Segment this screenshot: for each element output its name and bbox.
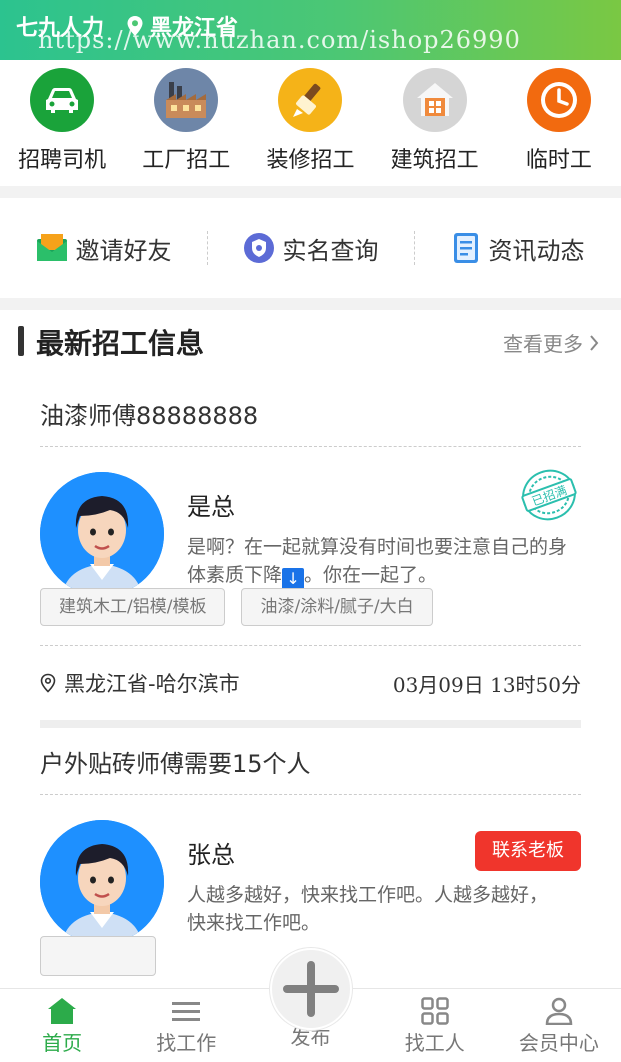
job-message: 人越多越好，快来找工作吧。人越多越好，快来找工作吧。 bbox=[187, 884, 549, 934]
category-grid: 招聘司机 工厂招工 装修招工 建筑招工 临时工 bbox=[0, 60, 621, 186]
view-more-link[interactable]: 查看更多 bbox=[503, 328, 599, 357]
map-pin-icon bbox=[40, 673, 56, 693]
message-text-end: 。你在一起了。 bbox=[304, 564, 438, 586]
nav-label: 找工人 bbox=[404, 1031, 465, 1055]
job-card[interactable]: 油漆师傅88888888 是总 是啊？在一起就算没有时间也要注意自己的身体素质下… bbox=[40, 372, 581, 728]
job-message: 是啊？在一起就算没有时间也要注意自己的身体素质下降 ↓ 。你在一起了。 bbox=[187, 533, 577, 590]
employer-name: 张总 bbox=[187, 841, 235, 869]
category-label: 建筑招工 bbox=[390, 148, 479, 173]
nav-find-job[interactable]: 找工作 bbox=[124, 989, 248, 1062]
real-name-query-link[interactable]: 实名查询 bbox=[207, 231, 414, 265]
job-location-text: 黑龙江省-哈尔滨市 bbox=[64, 672, 240, 696]
factory-icon bbox=[154, 68, 219, 132]
category-factory[interactable]: 工厂招工 bbox=[124, 60, 248, 186]
job-title: 户外贴砖师傅需要15个人 bbox=[40, 728, 581, 795]
shield-icon bbox=[243, 233, 274, 263]
quick-link-label: 资讯动态 bbox=[488, 236, 585, 265]
contact-boss-button[interactable]: 联系老板 bbox=[475, 831, 581, 871]
nav-member-center[interactable]: 会员中心 bbox=[497, 989, 621, 1062]
nav-label: 找工作 bbox=[156, 1031, 217, 1055]
grid-icon bbox=[420, 997, 449, 1025]
invite-friends-link[interactable]: 邀请好友 bbox=[0, 231, 207, 265]
avatar bbox=[40, 820, 164, 944]
skill-tag: 油漆/涂料/腻子/大白 bbox=[241, 588, 433, 626]
nav-label: 首页 bbox=[42, 1031, 83, 1055]
category-label: 临时工 bbox=[525, 148, 592, 173]
chevron-right-icon bbox=[590, 334, 599, 351]
job-title: 油漆师傅88888888 bbox=[40, 372, 581, 447]
paint-brush-icon bbox=[278, 68, 343, 132]
avatar bbox=[40, 472, 164, 596]
section-accent-bar bbox=[18, 326, 24, 356]
watermark-text: https://www.huzhan.com/ishop26990 bbox=[38, 26, 521, 54]
skill-tags: 建筑木工/铝模/模板 油漆/涂料/腻子/大白 bbox=[40, 588, 433, 626]
job-footer: 黑龙江省-哈尔滨市 03月09日 13时50分 bbox=[40, 645, 581, 720]
section-header: 最新招工信息 查看更多 bbox=[0, 310, 621, 372]
category-label: 装修招工 bbox=[266, 148, 355, 173]
quick-link-label: 实名查询 bbox=[282, 236, 379, 265]
skill-tag: 建筑木工/铝模/模板 bbox=[40, 588, 226, 626]
house-icon bbox=[402, 68, 467, 132]
news-link[interactable]: 资讯动态 bbox=[414, 231, 621, 265]
category-label: 工厂招工 bbox=[142, 148, 231, 173]
skill-tag bbox=[40, 936, 156, 976]
nav-find-worker[interactable]: 找工人 bbox=[373, 989, 497, 1062]
card-divider bbox=[40, 720, 581, 728]
quick-links: 邀请好友 实名查询 资讯动态 bbox=[0, 198, 621, 298]
category-construction[interactable]: 建筑招工 bbox=[373, 60, 497, 186]
nav-home[interactable]: 首页 bbox=[0, 989, 124, 1062]
category-driver[interactable]: 招聘司机 bbox=[0, 60, 124, 186]
home-icon bbox=[48, 998, 77, 1024]
section-title: 最新招工信息 bbox=[36, 327, 205, 360]
employer-name: 是总 bbox=[187, 493, 235, 521]
plus-icon bbox=[283, 961, 339, 1017]
job-location: 黑龙江省-哈尔滨市 bbox=[40, 668, 240, 698]
job-body: 是总 是啊？在一起就算没有时间也要注意自己的身体素质下降 ↓ 。你在一起了。 已招满… bbox=[40, 447, 581, 645]
category-renovation[interactable]: 装修招工 bbox=[248, 60, 372, 186]
user-icon bbox=[545, 997, 573, 1025]
filled-stamp: 已招满 bbox=[521, 469, 577, 521]
clock-icon bbox=[526, 68, 591, 132]
top-header: 七九人力 黑龙江省 https://www.huzhan.com/ishop26… bbox=[0, 0, 621, 60]
publish-button[interactable] bbox=[270, 948, 352, 1030]
nav-label: 会员中心 bbox=[518, 1031, 599, 1055]
quick-link-label: 邀请好友 bbox=[75, 236, 172, 265]
job-time: 03月09日 13时50分 bbox=[392, 672, 581, 697]
category-label: 招聘司机 bbox=[18, 148, 107, 173]
job-list-section: 最新招工信息 查看更多 油漆师傅88888888 是总 是啊？在一起就算没有时间… bbox=[0, 310, 621, 990]
envelope-icon bbox=[36, 234, 67, 261]
document-icon bbox=[453, 233, 478, 263]
car-icon bbox=[30, 68, 95, 132]
down-arrow-emoji: ↓ bbox=[282, 568, 305, 590]
view-more-label: 查看更多 bbox=[503, 332, 583, 356]
category-temporary[interactable]: 临时工 bbox=[497, 60, 621, 186]
menu-icon bbox=[172, 1002, 201, 1021]
